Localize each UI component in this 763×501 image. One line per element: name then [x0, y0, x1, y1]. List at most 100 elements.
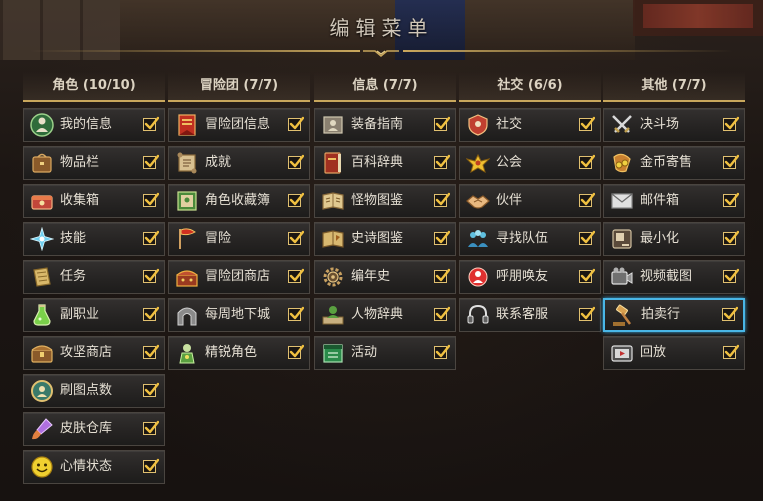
visibility-checkbox[interactable] [143, 154, 159, 169]
visibility-checkbox[interactable] [723, 116, 739, 131]
visibility-checkbox[interactable] [579, 192, 595, 207]
menu-item[interactable]: 公会 [459, 146, 601, 180]
visibility-checkbox[interactable] [579, 116, 595, 131]
menu-item[interactable]: 我的信息 [23, 108, 165, 142]
visibility-checkbox[interactable] [723, 154, 739, 169]
visibility-checkbox[interactable] [579, 154, 595, 169]
menu-item[interactable]: 百科辞典 [314, 146, 456, 180]
visibility-checkbox[interactable] [143, 458, 159, 473]
menu-item[interactable]: 任务 [23, 260, 165, 294]
menu-item[interactable]: 视频截图 [603, 260, 745, 294]
menu-item[interactable]: 技能 [23, 222, 165, 256]
menu-item[interactable]: 角色收藏簿 [168, 184, 310, 218]
visibility-checkbox[interactable] [434, 344, 450, 359]
menu-item[interactable]: 拍卖行 [603, 298, 745, 332]
visibility-checkbox[interactable] [288, 154, 304, 169]
visibility-checkbox[interactable] [434, 268, 450, 283]
menu-item[interactable]: 成就 [168, 146, 310, 180]
menu-item-label: 视频截图 [640, 269, 693, 284]
guild-banner-icon [175, 113, 199, 137]
column-header: 冒险团 (7/7) [168, 72, 310, 102]
menu-item[interactable]: 呼朋唤友 [459, 260, 601, 294]
visibility-checkbox[interactable] [288, 268, 304, 283]
menu-item-label: 副职业 [60, 307, 100, 322]
menu-item[interactable]: 心情状态 [23, 450, 165, 484]
visibility-checkbox[interactable] [579, 230, 595, 245]
menu-item[interactable]: 编年史 [314, 260, 456, 294]
menu-item[interactable]: 寻找队伍 [459, 222, 601, 256]
menu-column-1: 角色 (10/10) 我的信息物品栏收集箱技能任务副职业攻坚商店刷图点数皮肤仓库心… [23, 72, 165, 488]
menu-item[interactable]: 人物辞典 [314, 298, 456, 332]
visibility-checkbox[interactable] [579, 306, 595, 321]
visibility-checkbox[interactable] [288, 344, 304, 359]
menu-item[interactable]: 刷图点数 [23, 374, 165, 408]
menu-item-label: 邮件箱 [640, 193, 680, 208]
menu-item[interactable]: 怪物图鉴 [314, 184, 456, 218]
menu-item[interactable]: 决斗场 [603, 108, 745, 142]
visibility-checkbox[interactable] [434, 192, 450, 207]
menu-item[interactable]: 最小化 [603, 222, 745, 256]
menu-item-label: 冒险团信息 [205, 117, 271, 132]
mail-envelope-icon [610, 189, 634, 213]
menu-item-label: 角色收藏簿 [205, 193, 271, 208]
visibility-checkbox[interactable] [288, 230, 304, 245]
menu-item-list: 社交公会伙伴寻找队伍呼朋唤友联系客服 [459, 108, 601, 332]
visibility-checkbox[interactable] [434, 154, 450, 169]
visibility-checkbox[interactable] [723, 192, 739, 207]
menu-item[interactable]: 社交 [459, 108, 601, 142]
menu-item[interactable]: 装备指南 [314, 108, 456, 142]
visibility-checkbox[interactable] [143, 116, 159, 131]
menu-item-label: 怪物图鉴 [351, 193, 404, 208]
column-header: 信息 (7/7) [314, 72, 456, 102]
visibility-checkbox[interactable] [434, 230, 450, 245]
visibility-checkbox[interactable] [143, 382, 159, 397]
menu-column-2: 冒险团 (7/7) 冒险团信息成就角色收藏簿冒险冒险团商店每周地下城精锐角色 [168, 72, 310, 374]
menu-item[interactable]: 联系客服 [459, 298, 601, 332]
menu-item[interactable]: 史诗图鉴 [314, 222, 456, 256]
visibility-checkbox[interactable] [288, 116, 304, 131]
menu-item[interactable]: 攻坚商店 [23, 336, 165, 370]
menu-item[interactable]: 皮肤仓库 [23, 412, 165, 446]
visibility-checkbox[interactable] [722, 306, 738, 321]
menu-item-label: 皮肤仓库 [60, 421, 113, 436]
title-divider-right [403, 50, 733, 52]
column-header: 角色 (10/10) [23, 72, 165, 102]
paint-brush-icon [30, 417, 54, 441]
chronicle-gear-icon [321, 265, 345, 289]
monster-book-icon [321, 189, 345, 213]
menu-item[interactable]: 物品栏 [23, 146, 165, 180]
visibility-checkbox[interactable] [288, 306, 304, 321]
menu-item[interactable]: 金币寄售 [603, 146, 745, 180]
menu-item[interactable]: 收集箱 [23, 184, 165, 218]
title-divider-left [30, 50, 360, 52]
visibility-checkbox[interactable] [143, 230, 159, 245]
visibility-checkbox[interactable] [288, 192, 304, 207]
visibility-checkbox[interactable] [723, 230, 739, 245]
menu-item[interactable]: 伙伴 [459, 184, 601, 218]
menu-item[interactable]: 每周地下城 [168, 298, 310, 332]
visibility-checkbox[interactable] [143, 420, 159, 435]
menu-item[interactable]: 邮件箱 [603, 184, 745, 218]
menu-item[interactable]: 活动 [314, 336, 456, 370]
menu-item[interactable]: 冒险 [168, 222, 310, 256]
menu-item[interactable]: 副职业 [23, 298, 165, 332]
visibility-checkbox[interactable] [579, 268, 595, 283]
visibility-checkbox[interactable] [723, 268, 739, 283]
visibility-checkbox[interactable] [434, 116, 450, 131]
menu-item[interactable]: 冒险团商店 [168, 260, 310, 294]
menu-item[interactable]: 冒险团信息 [168, 108, 310, 142]
visibility-checkbox[interactable] [723, 344, 739, 359]
visibility-checkbox[interactable] [143, 344, 159, 359]
menu-item[interactable]: 精锐角色 [168, 336, 310, 370]
edit-menu-screen: 编辑菜单 角色 (10/10) 我的信息 物品栏 收集箱 技能 任务 副职业 攻坚商店 刷图点数… [0, 0, 763, 501]
visibility-checkbox[interactable] [434, 306, 450, 321]
menu-item[interactable]: 回放 [603, 336, 745, 370]
character-icon [30, 113, 54, 137]
menu-item-list: 冒险团信息成就角色收藏簿冒险冒险团商店每周地下城精锐角色 [168, 108, 310, 370]
visibility-checkbox[interactable] [143, 306, 159, 321]
skill-star-icon [30, 227, 54, 251]
visibility-checkbox[interactable] [143, 268, 159, 283]
visibility-checkbox[interactable] [143, 192, 159, 207]
menu-item-label: 刷图点数 [60, 383, 113, 398]
social-shield-icon [466, 113, 490, 137]
